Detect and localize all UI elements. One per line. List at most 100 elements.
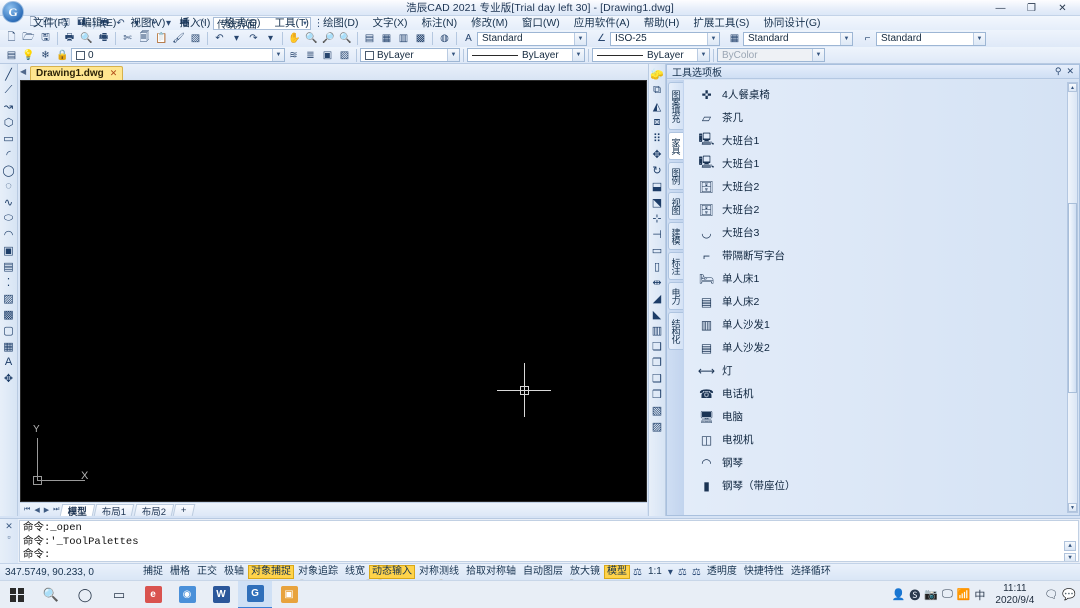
copy-tool-icon[interactable]: ⧉ bbox=[649, 82, 665, 98]
undo-toolbar-icon[interactable]: ↶ bbox=[211, 31, 228, 46]
properties-icon[interactable]: ▤ bbox=[361, 31, 378, 46]
palette-tab-6[interactable]: 电力 bbox=[668, 282, 683, 310]
layer-make-current-icon[interactable]: ▣ bbox=[319, 48, 336, 63]
ime-language-icon[interactable]: 中 bbox=[974, 587, 985, 603]
chamfer-tool-icon[interactable]: ◢ bbox=[649, 290, 665, 306]
status-toggle-10[interactable]: 自动图层 bbox=[520, 565, 566, 579]
palette-tab-7[interactable]: 结构化 bbox=[668, 312, 683, 350]
palette-item[interactable]: ▱ 茶几 bbox=[684, 106, 1079, 129]
annotation-visibility-icon[interactable]: ⚖ bbox=[676, 567, 689, 578]
erase-tool-icon[interactable]: 🧽 bbox=[649, 66, 665, 82]
array-tool-icon[interactable]: ⠿ bbox=[649, 130, 665, 146]
taskbar-clock[interactable]: 11:11 2020/9/4 bbox=[989, 583, 1040, 607]
sheet-set-icon[interactable]: ▩ bbox=[412, 31, 429, 46]
menu-help[interactable]: 帮助(H) bbox=[637, 16, 687, 30]
layer-states-icon[interactable]: ≣ bbox=[302, 48, 319, 63]
status-toggle-right-2[interactable]: 选择循环 bbox=[788, 565, 834, 579]
new-drawing-icon[interactable]: 🗋 bbox=[3, 31, 20, 46]
scroll-down-icon[interactable]: ▼ bbox=[1068, 503, 1077, 512]
menu-draw[interactable]: 绘图(D) bbox=[316, 16, 366, 30]
start-button[interactable] bbox=[0, 581, 34, 608]
spline-tool-icon[interactable]: ∿ bbox=[1, 194, 17, 210]
paste-icon[interactable]: 📋 bbox=[153, 31, 170, 46]
status-toggle-0[interactable]: 捕捉 bbox=[140, 565, 166, 579]
multiline-text-tool-icon[interactable]: A bbox=[1, 354, 17, 370]
region-tool-icon[interactable]: ▢ bbox=[1, 322, 17, 338]
status-toggle-3[interactable]: 极轴 bbox=[221, 565, 247, 579]
chevron-down-icon[interactable]: ▼ bbox=[840, 32, 852, 45]
palette-scrollbar[interactable]: ▲ ▼ bbox=[1067, 82, 1078, 513]
zoom-realtime-icon[interactable]: 🔍 bbox=[303, 31, 320, 46]
arc-tool-icon[interactable]: ◜ bbox=[1, 146, 17, 162]
status-toggle-4[interactable]: 对象捕捉 bbox=[248, 565, 294, 579]
palette-item[interactable]: 🛏 单人床1 bbox=[684, 267, 1079, 290]
menu-apps[interactable]: 应用软件(A) bbox=[567, 16, 637, 30]
lineweight-combo[interactable]: ByLayer ▼ bbox=[592, 48, 710, 62]
camera-icon[interactable]: 📷 bbox=[924, 588, 938, 601]
command-line-history[interactable]: ▲ ▼ 命令:_open 命令:'_ToolPalettes 命令: bbox=[19, 520, 1079, 562]
status-toggle-right-1[interactable]: 快捷特性 bbox=[741, 565, 787, 579]
insert-block-tool-icon[interactable]: ▣ bbox=[1, 242, 17, 258]
taskbar-image-app[interactable]: ▣ bbox=[272, 581, 306, 608]
drawing-canvas[interactable]: Y X bbox=[20, 80, 647, 502]
polygon-tool-icon[interactable]: ⬡ bbox=[1, 114, 17, 130]
taskbar-browser-app[interactable]: e bbox=[136, 581, 170, 608]
chevron-down-icon[interactable]: ▼ bbox=[973, 32, 985, 45]
palette-item[interactable]: 🖳 大班台1 bbox=[684, 129, 1079, 152]
monitor-icon[interactable]: 🖵 bbox=[942, 588, 953, 601]
revision-cloud-tool-icon[interactable]: ◌ bbox=[1, 178, 17, 194]
status-toggle-7[interactable]: 动态输入 bbox=[369, 565, 415, 579]
application-menu-orb[interactable]: G bbox=[2, 1, 24, 23]
offset-tool-icon[interactable]: ⧈ bbox=[649, 114, 665, 130]
layout-nav-1[interactable]: ◀ bbox=[32, 506, 41, 514]
block-editor-icon[interactable]: ▧ bbox=[187, 31, 204, 46]
layout-tab-0[interactable]: 模型 bbox=[60, 503, 96, 517]
rotate-tool-icon[interactable]: ↻ bbox=[649, 162, 665, 178]
rectangle-tool-icon[interactable]: ▭ bbox=[1, 130, 17, 146]
close-button[interactable]: ✕ bbox=[1047, 0, 1078, 16]
layer-on-off-icon[interactable]: 💡 bbox=[20, 48, 37, 63]
table-style-combo[interactable]: Standard ▼ bbox=[743, 31, 853, 46]
palette-item[interactable]: ▤ 单人床2 bbox=[684, 290, 1079, 313]
menu-file[interactable]: 文件(F) bbox=[26, 16, 74, 30]
close-icon[interactable]: ✕ bbox=[110, 68, 118, 79]
table-tool-icon[interactable]: ▦ bbox=[1, 338, 17, 354]
open-drawing-icon[interactable]: 🗁 bbox=[20, 31, 37, 46]
status-toggle-9[interactable]: 拾取对称轴 bbox=[463, 565, 519, 579]
pan-icon[interactable]: ✋ bbox=[286, 31, 303, 46]
annotation-scale-icon[interactable]: ⚖ bbox=[631, 567, 644, 578]
chevron-down-icon[interactable]: ▼ bbox=[697, 49, 709, 61]
layout-nav-0[interactable]: ⏮ bbox=[22, 506, 32, 514]
scroll-up-icon[interactable]: ▲ bbox=[1064, 541, 1076, 551]
layer-lock-icon[interactable]: 🔒 bbox=[54, 48, 71, 63]
layout-tab-2[interactable]: 布局2 bbox=[133, 503, 175, 517]
hatch-tool-icon[interactable]: ▨ bbox=[1, 290, 17, 306]
draw-order-tool-icon[interactable]: ▧ bbox=[649, 402, 665, 418]
taskbar-word-app[interactable]: W bbox=[204, 581, 238, 608]
menu-extended-tools[interactable]: 扩展工具(S) bbox=[686, 16, 756, 30]
polyline-tool-icon[interactable]: ↝ bbox=[1, 98, 17, 114]
palette-tab-3[interactable]: 视图 bbox=[668, 192, 683, 220]
save-drawing-icon[interactable]: 🖫 bbox=[37, 31, 54, 46]
make-block-tool-icon[interactable]: ▤ bbox=[1, 258, 17, 274]
chevron-down-icon[interactable]: ▼ bbox=[707, 32, 719, 45]
layout-tab-3[interactable]: + bbox=[172, 503, 195, 516]
bring-above-tool-icon[interactable]: ❑ bbox=[649, 370, 665, 386]
palette-item[interactable]: ▥ 单人沙发1 bbox=[684, 313, 1079, 336]
palette-item[interactable]: ▤ 单人沙发2 bbox=[684, 336, 1079, 359]
maximize-button[interactable]: ❐ bbox=[1016, 0, 1047, 16]
point-tool-icon[interactable]: ⁚ bbox=[1, 274, 17, 290]
status-toggle-2[interactable]: 正交 bbox=[194, 565, 220, 579]
close-icon[interactable]: ✕ bbox=[5, 521, 13, 532]
gradient-tool-icon[interactable]: ▩ bbox=[1, 306, 17, 322]
text-style-icon[interactable]: A bbox=[460, 31, 477, 46]
scale-tool-icon[interactable]: ⬓ bbox=[649, 178, 665, 194]
help-toolbar-icon[interactable]: ◍ bbox=[436, 31, 453, 46]
construction-line-tool-icon[interactable]: ⟋ bbox=[1, 82, 17, 98]
layer-freeze-icon[interactable]: ❄ bbox=[37, 48, 54, 63]
annotation-scale-value[interactable]: 1:1 bbox=[645, 565, 665, 579]
send-to-back-tool-icon[interactable]: ❐ bbox=[649, 354, 665, 370]
circle-tool-icon[interactable]: ◯ bbox=[1, 162, 17, 178]
cortana-circle-icon[interactable]: ◯ bbox=[68, 581, 102, 608]
chevron-down-icon[interactable]: ▾ bbox=[666, 567, 675, 578]
